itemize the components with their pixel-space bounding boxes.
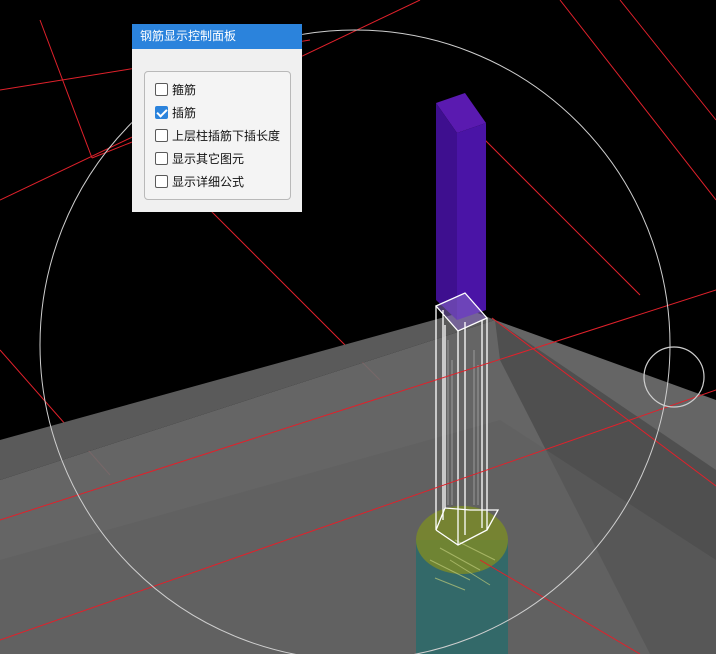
checkbox-dowel-rebar[interactable] (155, 105, 168, 119)
3d-viewport[interactable] (0, 0, 716, 654)
option-label: 箍筋 (172, 82, 197, 97)
panel-title: 钢筋显示控制面板 (132, 24, 302, 49)
checkbox-stirrup[interactable] (155, 82, 168, 96)
checkbox-show-detailed-formula[interactable] (155, 174, 168, 188)
rebar-display-control-panel: 钢筋显示控制面板 箍筋 插筋 上层柱插筋下插长度 显示其它图元 显示详细公式 (132, 24, 302, 212)
option-label: 显示详细公式 (172, 174, 245, 189)
option-stirrup[interactable]: 箍筋 (155, 80, 196, 98)
option-show-other-elements[interactable]: 显示其它图元 (155, 149, 244, 167)
option-dowel-rebar[interactable]: 插筋 (155, 103, 196, 121)
option-label: 显示其它图元 (172, 151, 245, 166)
upper-column (436, 93, 486, 320)
option-upper-dowel-length[interactable]: 上层柱插筋下插长度 (155, 126, 280, 144)
option-label: 插筋 (172, 105, 197, 120)
option-show-detailed-formula[interactable]: 显示详细公式 (155, 172, 244, 190)
checkbox-show-other-elements[interactable] (155, 151, 168, 165)
option-group: 箍筋 插筋 上层柱插筋下插长度 显示其它图元 显示详细公式 (144, 71, 291, 200)
checkbox-upper-dowel-length[interactable] (155, 128, 168, 142)
lower-column (416, 506, 508, 654)
option-label: 上层柱插筋下插长度 (172, 128, 281, 143)
